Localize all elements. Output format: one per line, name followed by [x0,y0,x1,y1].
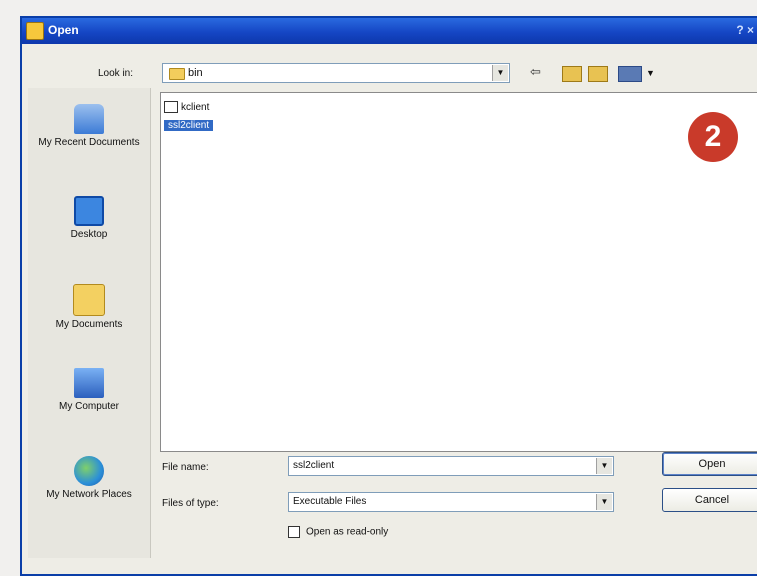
window-title: Open [48,23,79,37]
views-menu-icon[interactable] [618,66,642,82]
look-in-label: Look in: [98,68,134,79]
place-label: My Recent Documents [38,137,140,148]
folder-open-icon [26,22,44,40]
read-only-option[interactable]: Open as read-only [288,526,388,538]
places-bar: My Recent Documents Desktop My Documents… [28,88,151,558]
file-list[interactable]: kclient ssl2client [160,92,757,452]
chevron-down-icon[interactable]: ▼ [596,494,612,510]
place-my-documents[interactable]: My Documents [28,284,150,331]
look-in-value: bin [188,67,203,79]
my-computer-icon [74,368,104,398]
help-close-icons[interactable]: ? × [736,23,754,37]
read-only-checkbox[interactable] [288,526,300,538]
new-folder-icon[interactable] [588,66,608,82]
list-item-selected[interactable]: ssl2client [164,119,214,133]
folder-icon [169,68,185,80]
open-dialog: Open ? × Look in: bin ▼ ⇦ ▼ My Recent Do… [20,16,757,576]
cancel-button[interactable]: Cancel [662,488,757,512]
file-name-label: File name: [162,462,209,473]
back-arrow-icon[interactable]: ⇦ [530,63,541,81]
file-name: ssl2client [164,120,214,131]
place-label: My Documents [55,319,123,330]
file-name: kclient [181,102,210,113]
file-type-label: Files of type: [162,498,219,509]
step-number-badge: 2 [688,112,738,162]
file-type-value: Executable Files [293,496,367,507]
chevron-down-icon[interactable]: ▼ [492,65,508,81]
look-in-dropdown[interactable]: bin ▼ [162,63,510,83]
place-recent-documents[interactable]: My Recent Documents [28,104,150,149]
place-my-computer[interactable]: My Computer [28,368,150,413]
place-label: Desktop [70,229,108,240]
title-bar[interactable]: Open ? × [22,18,757,44]
file-name-field[interactable]: ssl2client ▼ [288,456,614,476]
file-type-dropdown[interactable]: Executable Files ▼ [288,492,614,512]
my-documents-icon [73,284,105,316]
open-button[interactable]: Open [662,452,757,476]
file-name-value: ssl2client [293,460,335,471]
up-folder-icon[interactable] [562,66,582,82]
executable-file-icon [164,101,178,114]
chevron-down-icon[interactable]: ▼ [596,458,612,474]
recent-docs-icon [74,104,104,134]
list-item[interactable]: kclient [164,101,209,115]
place-desktop[interactable]: Desktop [28,196,150,241]
read-only-label: Open as read-only [306,526,389,538]
desktop-icon [74,196,104,226]
place-label: My Network Places [46,489,132,500]
place-network-places[interactable]: My Network Places [28,456,150,501]
views-chevron-icon[interactable]: ▼ [646,68,655,78]
network-places-icon [74,456,104,486]
place-label: My Computer [58,401,119,412]
